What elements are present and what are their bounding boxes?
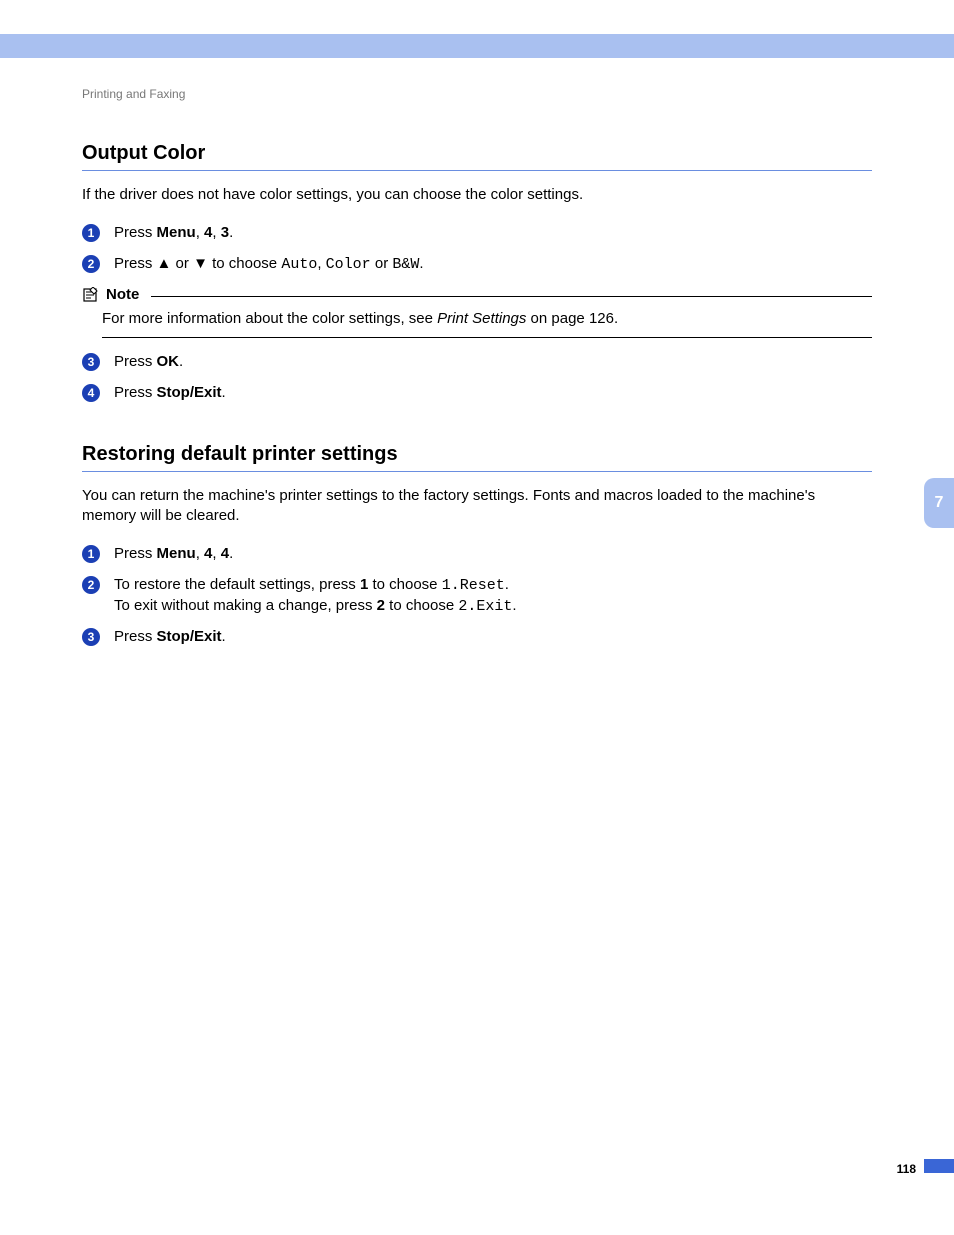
page-corner-bar bbox=[924, 1159, 954, 1173]
text: , bbox=[212, 545, 220, 562]
text: , bbox=[212, 224, 220, 241]
section1-step1: 1 Press Menu, 4, 3. bbox=[82, 223, 872, 243]
text: Press bbox=[114, 628, 157, 645]
section2-step1: 1 Press Menu, 4, 4. bbox=[82, 544, 872, 564]
note-label: Note bbox=[106, 285, 139, 305]
step-text: Press Menu, 4, 4. bbox=[114, 544, 872, 564]
section1-step3: 3 Press OK. bbox=[82, 352, 872, 372]
down-arrow-icon: ▼ bbox=[193, 255, 208, 272]
option-bw: B&W bbox=[392, 256, 419, 273]
text: Press bbox=[114, 353, 157, 370]
option-reset: 1.Reset bbox=[442, 577, 505, 594]
text: . bbox=[229, 545, 233, 562]
key-menu: Menu bbox=[157, 545, 196, 562]
text: or bbox=[171, 255, 193, 272]
option-color: Color bbox=[326, 256, 371, 273]
section1-step2: 2 Press ▲ or ▼ to choose Auto, Color or … bbox=[82, 254, 872, 275]
section-title-restore-defaults: Restoring default printer settings bbox=[82, 441, 872, 472]
text: to choose bbox=[385, 597, 458, 614]
option-auto: Auto bbox=[281, 256, 317, 273]
section1-intro: If the driver does not have color settin… bbox=[82, 185, 872, 205]
text: , bbox=[196, 224, 204, 241]
step-number-icon: 2 bbox=[82, 255, 100, 273]
up-arrow-icon: ▲ bbox=[157, 255, 172, 272]
step-number-icon: 3 bbox=[82, 353, 100, 371]
key-stop-exit: Stop/Exit bbox=[157, 628, 222, 645]
text: . bbox=[229, 224, 233, 241]
text: Press bbox=[114, 545, 157, 562]
text: . bbox=[512, 597, 516, 614]
key-4: 4 bbox=[221, 545, 229, 562]
text: Press bbox=[114, 255, 157, 272]
text: . bbox=[419, 255, 423, 272]
header-bar bbox=[0, 34, 954, 58]
key-3: 3 bbox=[221, 224, 229, 241]
key-ok: OK bbox=[157, 353, 180, 370]
text: or bbox=[371, 255, 393, 272]
section-title-output-color: Output Color bbox=[82, 140, 872, 171]
step-text: Press Menu, 4, 3. bbox=[114, 223, 872, 243]
step-text: To restore the default settings, press 1… bbox=[114, 575, 872, 618]
option-exit: 2.Exit bbox=[458, 598, 512, 615]
key-2: 2 bbox=[377, 597, 385, 614]
breadcrumb: Printing and Faxing bbox=[82, 86, 872, 102]
note-block: Note For more information about the colo… bbox=[82, 285, 872, 339]
page-content: Printing and Faxing Output Color If the … bbox=[82, 86, 872, 657]
chapter-tab: 7 bbox=[924, 478, 954, 528]
text: . bbox=[222, 628, 226, 645]
text: . bbox=[222, 384, 226, 401]
step-text: Press OK. bbox=[114, 352, 872, 372]
text: Press bbox=[114, 384, 157, 401]
text: Press bbox=[114, 224, 157, 241]
step-number-icon: 1 bbox=[82, 545, 100, 563]
step-number-icon: 2 bbox=[82, 576, 100, 594]
text: To exit without making a change, press bbox=[114, 597, 377, 614]
note-icon bbox=[82, 287, 100, 303]
step-text: Press Stop/Exit. bbox=[114, 627, 872, 647]
step-number-icon: 1 bbox=[82, 224, 100, 242]
section2-step2: 2 To restore the default settings, press… bbox=[82, 575, 872, 618]
text: , bbox=[196, 545, 204, 562]
text: To restore the default settings, press bbox=[114, 576, 360, 593]
text: . bbox=[505, 576, 509, 593]
note-body: For more information about the color set… bbox=[102, 309, 872, 338]
section2-intro: You can return the machine's printer set… bbox=[82, 486, 872, 527]
text: on page 126. bbox=[526, 310, 618, 327]
step-text: Press Stop/Exit. bbox=[114, 383, 872, 403]
link-print-settings[interactable]: Print Settings bbox=[437, 310, 526, 327]
step-number-icon: 4 bbox=[82, 384, 100, 402]
section1-step4: 4 Press Stop/Exit. bbox=[82, 383, 872, 403]
text: For more information about the color set… bbox=[102, 310, 437, 327]
note-rule-top bbox=[151, 296, 872, 297]
key-stop-exit: Stop/Exit bbox=[157, 384, 222, 401]
text: , bbox=[317, 255, 325, 272]
text: to choose bbox=[208, 255, 281, 272]
step-number-icon: 3 bbox=[82, 628, 100, 646]
text: . bbox=[179, 353, 183, 370]
key-menu: Menu bbox=[157, 224, 196, 241]
page-number: 118 bbox=[897, 1161, 916, 1177]
section2-step3: 3 Press Stop/Exit. bbox=[82, 627, 872, 647]
text: to choose bbox=[368, 576, 441, 593]
step-text: Press ▲ or ▼ to choose Auto, Color or B&… bbox=[114, 254, 872, 275]
